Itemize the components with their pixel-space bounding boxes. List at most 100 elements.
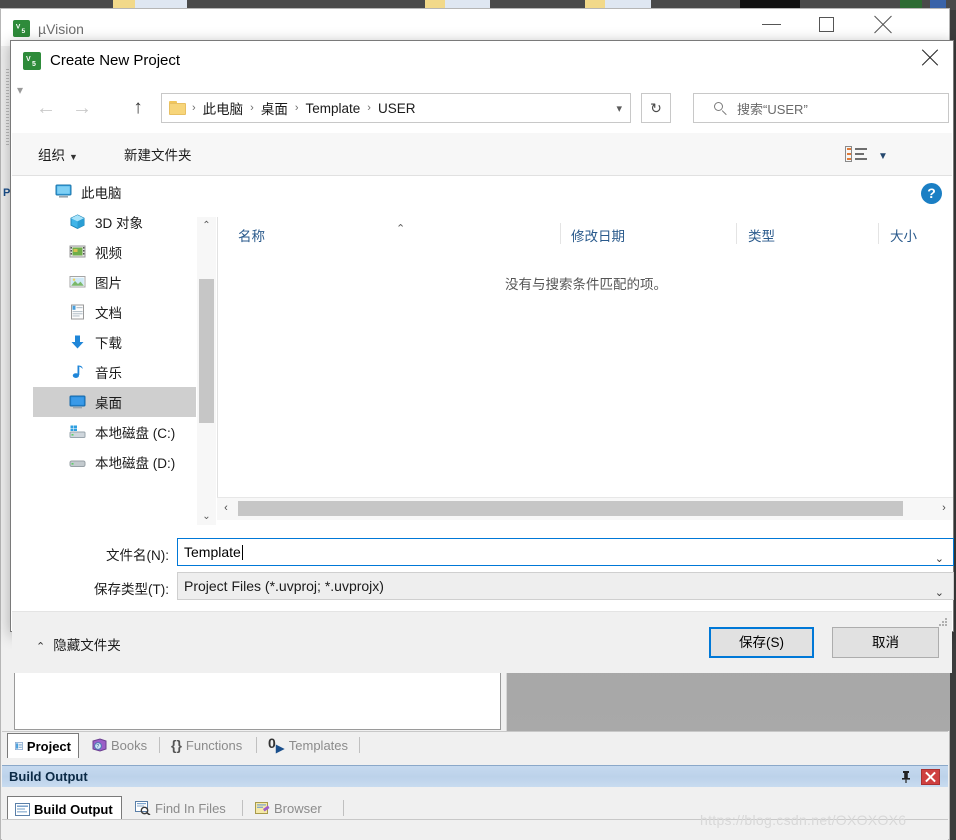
breadcrumb-bar[interactable]: › 此电脑 › 桌面 › Template › USER ▾ — [161, 93, 631, 123]
build-output-title: Build Output — [9, 769, 88, 784]
navigation-bar: ← → ▾ ↑ › 此电脑 › 桌面 › Template › USER ▾ ↻… — [11, 81, 953, 133]
sidebar-item-local-disk-d[interactable]: 本地磁盘 (D:) — [33, 447, 196, 477]
sidebar-item-pictures[interactable]: 图片 — [33, 267, 196, 297]
tab-build-output[interactable]: Build Output — [7, 796, 122, 821]
3d-objects-icon — [69, 214, 86, 230]
templates-icon: 0▶ — [268, 735, 285, 755]
chevron-down-icon[interactable]: ▼ — [878, 151, 888, 162]
file-list-hscrollbar[interactable]: ‹ › — [217, 497, 953, 520]
new-folder-button[interactable]: 新建文件夹 — [124, 144, 192, 164]
uvision-title: µVision — [38, 21, 84, 37]
text-cursor — [241, 545, 243, 560]
breadcrumb-separator: › — [250, 102, 254, 114]
column-header-row: 名称 ⌃ 修改日期 类型 大小 — [218, 217, 954, 249]
chevron-down-icon[interactable]: ▾ — [11, 81, 29, 99]
tab-project[interactable]: Project — [7, 733, 79, 758]
sidebar-item-label: 音乐 — [95, 366, 122, 381]
organize-button[interactable]: 组织 ▼ — [38, 144, 78, 164]
arrow-right-icon[interactable]: → — [69, 95, 95, 121]
cancel-button[interactable]: 取消 — [832, 627, 939, 658]
scrollbar-thumb[interactable] — [199, 279, 214, 423]
savetype-label: 保存类型(T): — [94, 582, 169, 597]
column-header-size[interactable]: 大小 — [890, 217, 950, 249]
breadcrumb-separator: › — [192, 102, 196, 114]
screen: V 5 µVision P Project ? Books {} Functio… — [0, 0, 956, 840]
build-output-close-button[interactable] — [921, 769, 940, 785]
hide-folders-toggle[interactable]: ⌃ 隐藏文件夹 — [36, 634, 121, 654]
sidebar-item-this-pc[interactable]: 此电脑 — [33, 177, 196, 207]
minimize-button[interactable] — [749, 9, 795, 39]
toolbar-grip[interactable] — [6, 69, 9, 147]
breadcrumb-item-0[interactable]: 此电脑 — [200, 98, 247, 118]
breadcrumb-separator: › — [294, 102, 299, 114]
this-pc-icon — [55, 184, 72, 200]
sidebar-item-label: 下载 — [95, 336, 122, 351]
scroll-left-button[interactable]: ‹ — [217, 498, 235, 519]
pin-icon[interactable] — [898, 769, 914, 785]
scroll-right-button[interactable]: › — [935, 498, 953, 519]
sidebar-item-videos[interactable]: 视频 — [33, 237, 196, 267]
tab-find-in-files-label: Find In Files — [155, 800, 226, 816]
tab-books-label: Books — [111, 737, 148, 753]
view-layout-icon[interactable] — [845, 146, 867, 162]
tab-books[interactable]: ? Books — [85, 733, 157, 757]
chevron-down-icon[interactable]: ⌄ — [935, 580, 944, 606]
help-icon[interactable]: ? — [921, 183, 942, 204]
sidebar-scrollbar[interactable]: ⌃ ⌄ — [197, 217, 216, 525]
sidebar-item-label: 本地磁盘 (D:) — [95, 456, 176, 471]
music-icon — [69, 364, 86, 380]
create-new-project-dialog: V 5 Create New Project ← → ▾ ↑ › 此电脑 › 桌… — [10, 40, 954, 673]
project-icon — [15, 742, 23, 750]
videos-icon — [69, 244, 86, 260]
tab-functions[interactable]: {} Functions — [164, 733, 252, 757]
folder-icon — [169, 101, 186, 115]
sidebar-item-music[interactable]: 音乐 — [33, 357, 196, 387]
sidebar-item-label: 文档 — [95, 306, 122, 321]
sidebar-item-local-disk-c[interactable]: 本地磁盘 (C:) — [33, 417, 196, 447]
uvision-icon: V 5 — [23, 52, 41, 70]
breadcrumb-item-2[interactable]: Template — [303, 101, 364, 116]
column-header-date-modified[interactable]: 修改日期 — [571, 217, 736, 249]
sidebar-item-downloads[interactable]: 下载 — [33, 327, 196, 357]
savetype-value: Project Files (*.uvproj; *.uvprojx) — [184, 578, 384, 594]
build-output-caption-bar: Build Output — [2, 765, 948, 788]
sidebar-item-label: 图片 — [95, 276, 122, 291]
chevron-down-icon[interactable]: ⌄ — [935, 546, 944, 572]
tab-find-in-files[interactable]: Find In Files — [128, 796, 240, 820]
breadcrumb-item-3[interactable]: USER — [375, 101, 419, 116]
arrow-up-icon[interactable]: ↑ — [125, 95, 151, 121]
savetype-combobox[interactable]: Project Files (*.uvproj; *.uvprojx) ⌄ — [177, 572, 954, 600]
tab-browser[interactable]: Browser — [248, 796, 340, 820]
arrow-left-icon[interactable]: ← — [33, 95, 59, 121]
hscrollbar-thumb[interactable] — [238, 501, 903, 516]
places-sidebar: 此电脑 3D 对象 视频 图片 文档 下载 音乐 桌面 本地磁盘 (C:) 本地… — [33, 177, 196, 509]
sidebar-item-documents[interactable]: 文档 — [33, 297, 196, 327]
breadcrumb-item-1[interactable]: 桌面 — [258, 98, 291, 118]
svg-text:V: V — [26, 56, 31, 63]
filename-field[interactable]: Template ⌄ — [177, 538, 954, 566]
dialog-close-button[interactable] — [907, 41, 953, 73]
file-list[interactable]: 名称 ⌃ 修改日期 类型 大小 没有与搜索条件匹配的项。 — [217, 217, 953, 497]
close-button[interactable] — [863, 9, 909, 39]
functions-icon: {} — [171, 737, 182, 753]
save-button[interactable]: 保存(S) — [709, 627, 814, 658]
column-header-type[interactable]: 类型 — [748, 217, 878, 249]
sidebar-item-3d-objects[interactable]: 3D 对象 — [33, 207, 196, 237]
sidebar-item-label: 此电脑 — [81, 186, 122, 201]
refresh-icon[interactable]: ↻ — [641, 93, 671, 123]
tab-templates[interactable]: 0▶ Templates — [261, 733, 355, 757]
tab-build-output-label: Build Output — [34, 801, 113, 817]
scroll-down-button[interactable]: ⌄ — [197, 508, 216, 525]
chevron-down-icon[interactable]: ▾ — [616, 102, 622, 115]
chevron-up-icon: ⌃ — [36, 641, 46, 653]
sidebar-item-label: 3D 对象 — [95, 216, 144, 231]
scroll-up-button[interactable]: ⌃ — [197, 217, 216, 234]
search-input[interactable]: 搜索“USER” — [693, 93, 949, 123]
dialog-resize-grip[interactable] — [939, 618, 949, 628]
search-placeholder: 搜索“USER” — [737, 101, 808, 117]
maximize-button[interactable] — [805, 9, 851, 39]
find-in-files-icon — [135, 801, 151, 815]
command-bar: 组织 ▼ 新建文件夹 ▼ — [12, 133, 952, 176]
dialog-footer: ⌃ 隐藏文件夹 保存(S) 取消 — [12, 611, 952, 673]
sidebar-item-desktop[interactable]: 桌面 — [33, 387, 196, 417]
